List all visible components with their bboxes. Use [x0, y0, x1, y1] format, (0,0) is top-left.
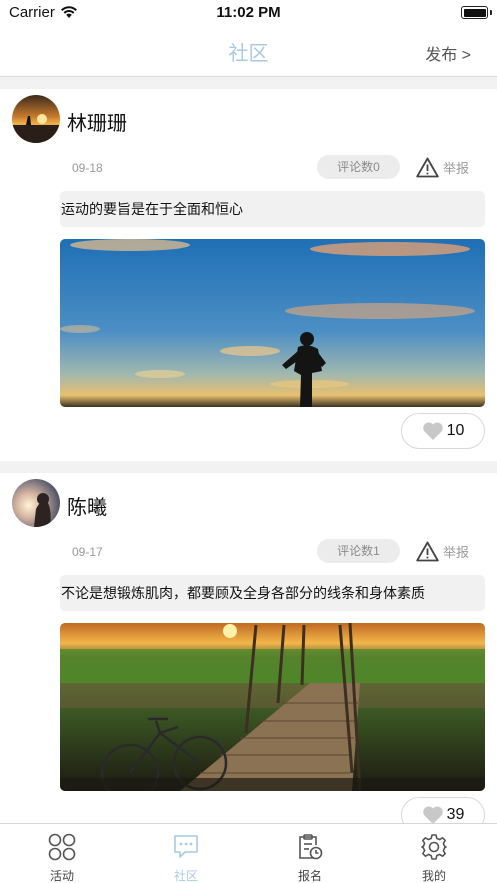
tab-label: 活动: [49, 869, 74, 883]
status-bar: Carrier 11:02 PM: [0, 0, 497, 26]
gear-icon: [421, 834, 447, 860]
report-label: 举报: [443, 544, 470, 560]
tab-profile[interactable]: 我的: [372, 824, 496, 883]
clipboard-clock-icon: [299, 834, 323, 860]
avatar[interactable]: [12, 479, 60, 527]
author-name: 陈曦: [67, 497, 107, 519]
tab-signup[interactable]: 报名: [248, 824, 372, 883]
tab-label: 社区: [173, 869, 198, 883]
navigation-bar: 社区 发布 >: [0, 26, 497, 77]
report-label: 举报: [443, 160, 470, 176]
post-date: 09-18: [72, 161, 103, 175]
post-text: 运动的要旨是在于全面和恒心: [60, 191, 485, 227]
chat-bubble-icon: [174, 835, 198, 858]
publish-button[interactable]: 发布 >: [425, 41, 471, 65]
post-image-bicycle-bridge[interactable]: [60, 623, 485, 791]
post-card: 陈曦 09-17 评论数1 举报 不论是想锻炼肌肉，都要顾及全身各部分的线条和身…: [0, 473, 497, 833]
comment-count-button[interactable]: 评论数0: [317, 155, 400, 179]
warning-icon: [416, 541, 439, 561]
status-time: 11:02 PM: [216, 4, 281, 21]
grid-circles-icon: [48, 833, 76, 861]
avatar[interactable]: [12, 95, 60, 143]
author-name: 林珊珊: [67, 113, 127, 135]
like-button[interactable]: 10: [401, 413, 485, 449]
report-button[interactable]: 举报: [416, 539, 469, 563]
page-title: 社区: [228, 43, 269, 65]
post-text: 不论是想锻炼肌肉，都要顾及全身各部分的线条和身体素质: [60, 575, 485, 611]
like-count: 39: [446, 806, 465, 823]
comment-count-button[interactable]: 评论数1: [317, 539, 400, 563]
report-button[interactable]: 举报: [416, 155, 469, 179]
like-count: 10: [446, 422, 465, 439]
post-image-runner[interactable]: [60, 239, 485, 407]
heart-icon: [422, 806, 443, 824]
tab-community[interactable]: 社区: [124, 824, 248, 883]
tab-bar: 活动 社区 报名 我的: [0, 823, 497, 883]
battery-icon: [461, 6, 488, 19]
tab-activities[interactable]: 活动: [0, 824, 124, 883]
heart-icon: [422, 422, 443, 440]
tab-label: 我的: [421, 869, 446, 883]
post-date: 09-17: [72, 545, 103, 559]
tab-label: 报名: [297, 869, 322, 883]
warning-icon: [416, 157, 439, 177]
post-card: 林珊珊 09-18 评论数0 举报 运动的要旨是在于全面和恒心 10: [0, 89, 497, 461]
